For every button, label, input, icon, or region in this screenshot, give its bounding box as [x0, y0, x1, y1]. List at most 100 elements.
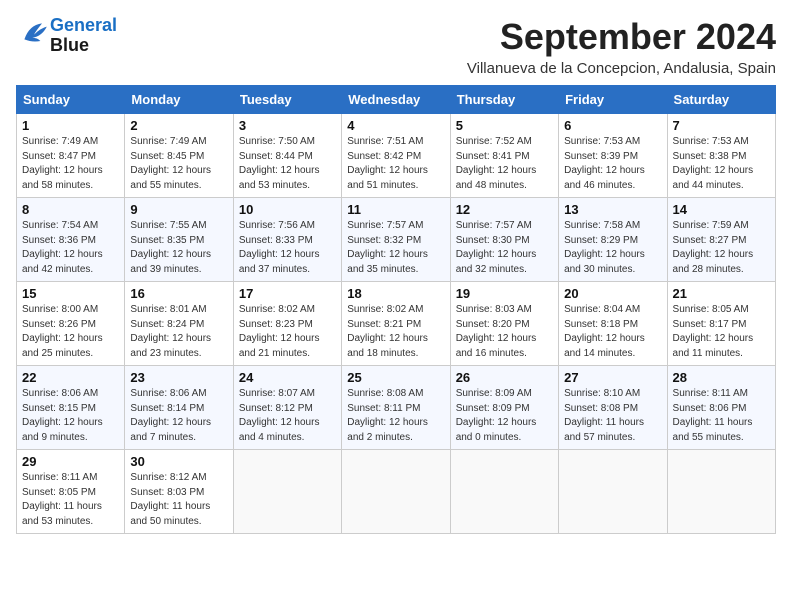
- weekday-header-friday: Friday: [559, 86, 667, 114]
- calendar-cell: 26Sunrise: 8:09 AM Sunset: 8:09 PM Dayli…: [450, 366, 558, 450]
- day-info: Sunrise: 8:00 AM Sunset: 8:26 PM Dayligh…: [22, 303, 119, 361]
- calendar-cell: 6Sunrise: 7:53 AM Sunset: 8:39 PM Daylig…: [559, 114, 667, 198]
- calendar-cell: 8 Sunrise: 7:54 AM Sunset: 8:36 PM Daylig…: [17, 198, 125, 282]
- calendar-cell: 19 Sunrise: 8:03 AM Sunset: 8:20 PM Dayli…: [450, 282, 558, 366]
- day-number: 19: [456, 286, 553, 301]
- calendar-cell: [342, 450, 450, 534]
- calendar-cell: 25 Sunrise: 8:08 AM Sunset: 8:11 PM Dayli…: [342, 366, 450, 450]
- calendar-week-row: 8 Sunrise: 7:54 AM Sunset: 8:36 PM Daylig…: [17, 198, 776, 282]
- day-info: Sunrise: 7:59 AM Sunset: 8:27 PM Dayligh…: [673, 219, 770, 277]
- day-info: Sunrise: 7:53 AM Sunset: 8:38 PM Dayligh…: [673, 135, 770, 193]
- calendar-cell: 20 Sunrise: 8:04 AM Sunset: 8:18 PM Dayli…: [559, 282, 667, 366]
- weekday-header-sunday: Sunday: [17, 86, 125, 114]
- calendar-cell: 27 Sunrise: 8:10 AM Sunset: 8:08 PM Dayli…: [559, 366, 667, 450]
- page-header: GeneralBlue September 2024 Villanueva de…: [16, 16, 776, 77]
- location-title: Villanueva de la Concepcion, Andalusia, …: [467, 60, 776, 77]
- calendar-cell: 2Sunrise: 7:49 AM Sunset: 8:45 PM Daylig…: [125, 114, 233, 198]
- weekday-header-monday: Monday: [125, 86, 233, 114]
- calendar-cell: 29Sunrise: 8:11 AM Sunset: 8:05 PM Dayli…: [17, 450, 125, 534]
- day-number: 23: [130, 370, 227, 385]
- calendar-week-row: 15 Sunrise: 8:00 AM Sunset: 8:26 PM Dayli…: [17, 282, 776, 366]
- day-info: Sunrise: 8:12 AM Sunset: 8:03 PM Dayligh…: [130, 471, 227, 529]
- day-number: 18: [347, 286, 444, 301]
- calendar-cell: 10Sunrise: 7:56 AM Sunset: 8:33 PM Dayli…: [233, 198, 341, 282]
- day-number: 14: [673, 202, 770, 217]
- day-number: 7: [673, 118, 770, 133]
- day-info: Sunrise: 7:50 AM Sunset: 8:44 PM Dayligh…: [239, 135, 336, 193]
- day-info: Sunrise: 7:57 AM Sunset: 8:30 PM Dayligh…: [456, 219, 553, 277]
- calendar-week-row: 1 Sunrise: 7:49 AM Sunset: 8:47 PM Daylig…: [17, 114, 776, 198]
- day-number: 15: [22, 286, 119, 301]
- day-number: 22: [22, 370, 119, 385]
- day-number: 17: [239, 286, 336, 301]
- day-number: 12: [456, 202, 553, 217]
- weekday-header-row: SundayMondayTuesdayWednesdayThursdayFrid…: [17, 86, 776, 114]
- day-number: 30: [130, 454, 227, 469]
- day-number: 8: [22, 202, 119, 217]
- day-info: Sunrise: 8:07 AM Sunset: 8:12 PM Dayligh…: [239, 387, 336, 445]
- weekday-header-saturday: Saturday: [667, 86, 775, 114]
- day-info: Sunrise: 8:04 AM Sunset: 8:18 PM Dayligh…: [564, 303, 661, 361]
- day-number: 20: [564, 286, 661, 301]
- calendar-cell: 21Sunrise: 8:05 AM Sunset: 8:17 PM Dayli…: [667, 282, 775, 366]
- calendar-cell: [450, 450, 558, 534]
- day-number: 9: [130, 202, 227, 217]
- day-info: Sunrise: 7:54 AM Sunset: 8:36 PM Dayligh…: [22, 219, 119, 277]
- day-info: Sunrise: 7:49 AM Sunset: 8:45 PM Dayligh…: [130, 135, 227, 193]
- calendar-cell: 14 Sunrise: 7:59 AM Sunset: 8:27 PM Dayli…: [667, 198, 775, 282]
- calendar-cell: 11 Sunrise: 7:57 AM Sunset: 8:32 PM Dayli…: [342, 198, 450, 282]
- day-info: Sunrise: 7:58 AM Sunset: 8:29 PM Dayligh…: [564, 219, 661, 277]
- day-number: 29: [22, 454, 119, 469]
- day-info: Sunrise: 8:06 AM Sunset: 8:15 PM Dayligh…: [22, 387, 119, 445]
- logo-icon: [18, 17, 50, 49]
- logo-text: GeneralBlue: [50, 16, 117, 56]
- day-info: Sunrise: 8:11 AM Sunset: 8:06 PM Dayligh…: [673, 387, 770, 445]
- day-number: 24: [239, 370, 336, 385]
- day-info: Sunrise: 8:01 AM Sunset: 8:24 PM Dayligh…: [130, 303, 227, 361]
- day-number: 5: [456, 118, 553, 133]
- day-number: 28: [673, 370, 770, 385]
- day-info: Sunrise: 8:09 AM Sunset: 8:09 PM Dayligh…: [456, 387, 553, 445]
- day-info: Sunrise: 7:55 AM Sunset: 8:35 PM Dayligh…: [130, 219, 227, 277]
- day-number: 1: [22, 118, 119, 133]
- calendar-cell: 16 Sunrise: 8:01 AM Sunset: 8:24 PM Dayli…: [125, 282, 233, 366]
- calendar-cell: 17 Sunrise: 8:02 AM Sunset: 8:23 PM Dayli…: [233, 282, 341, 366]
- day-number: 16: [130, 286, 227, 301]
- title-area: September 2024 Villanueva de la Concepci…: [467, 16, 776, 77]
- day-info: Sunrise: 8:08 AM Sunset: 8:11 PM Dayligh…: [347, 387, 444, 445]
- calendar-cell: 13 Sunrise: 7:58 AM Sunset: 8:29 PM Dayli…: [559, 198, 667, 282]
- day-info: Sunrise: 7:57 AM Sunset: 8:32 PM Dayligh…: [347, 219, 444, 277]
- day-info: Sunrise: 7:56 AM Sunset: 8:33 PM Dayligh…: [239, 219, 336, 277]
- day-number: 11: [347, 202, 444, 217]
- day-number: 25: [347, 370, 444, 385]
- calendar-cell: [233, 450, 341, 534]
- day-info: Sunrise: 8:06 AM Sunset: 8:14 PM Dayligh…: [130, 387, 227, 445]
- month-title: September 2024: [467, 16, 776, 58]
- calendar-cell: 7 Sunrise: 7:53 AM Sunset: 8:38 PM Daylig…: [667, 114, 775, 198]
- calendar-cell: 5 Sunrise: 7:52 AM Sunset: 8:41 PM Daylig…: [450, 114, 558, 198]
- calendar-cell: [559, 450, 667, 534]
- day-info: Sunrise: 8:05 AM Sunset: 8:17 PM Dayligh…: [673, 303, 770, 361]
- calendar-cell: 4Sunrise: 7:51 AM Sunset: 8:42 PM Daylig…: [342, 114, 450, 198]
- calendar-cell: 18Sunrise: 8:02 AM Sunset: 8:21 PM Dayli…: [342, 282, 450, 366]
- day-info: Sunrise: 7:49 AM Sunset: 8:47 PM Dayligh…: [22, 135, 119, 193]
- calendar-cell: 22 Sunrise: 8:06 AM Sunset: 8:15 PM Dayli…: [17, 366, 125, 450]
- day-info: Sunrise: 7:51 AM Sunset: 8:42 PM Dayligh…: [347, 135, 444, 193]
- calendar-cell: 24 Sunrise: 8:07 AM Sunset: 8:12 PM Dayli…: [233, 366, 341, 450]
- calendar-table: SundayMondayTuesdayWednesdayThursdayFrid…: [16, 85, 776, 534]
- weekday-header-tuesday: Tuesday: [233, 86, 341, 114]
- day-info: Sunrise: 7:52 AM Sunset: 8:41 PM Dayligh…: [456, 135, 553, 193]
- day-info: Sunrise: 8:10 AM Sunset: 8:08 PM Dayligh…: [564, 387, 661, 445]
- day-number: 27: [564, 370, 661, 385]
- day-info: Sunrise: 8:03 AM Sunset: 8:20 PM Dayligh…: [456, 303, 553, 361]
- weekday-header-wednesday: Wednesday: [342, 86, 450, 114]
- weekday-header-thursday: Thursday: [450, 86, 558, 114]
- calendar-cell: 9 Sunrise: 7:55 AM Sunset: 8:35 PM Daylig…: [125, 198, 233, 282]
- calendar-cell: 12 Sunrise: 7:57 AM Sunset: 8:30 PM Dayli…: [450, 198, 558, 282]
- calendar-cell: 15 Sunrise: 8:00 AM Sunset: 8:26 PM Dayli…: [17, 282, 125, 366]
- day-number: 13: [564, 202, 661, 217]
- calendar-week-row: 29Sunrise: 8:11 AM Sunset: 8:05 PM Dayli…: [17, 450, 776, 534]
- calendar-cell: 1 Sunrise: 7:49 AM Sunset: 8:47 PM Daylig…: [17, 114, 125, 198]
- logo: GeneralBlue: [16, 16, 117, 56]
- day-info: Sunrise: 8:02 AM Sunset: 8:23 PM Dayligh…: [239, 303, 336, 361]
